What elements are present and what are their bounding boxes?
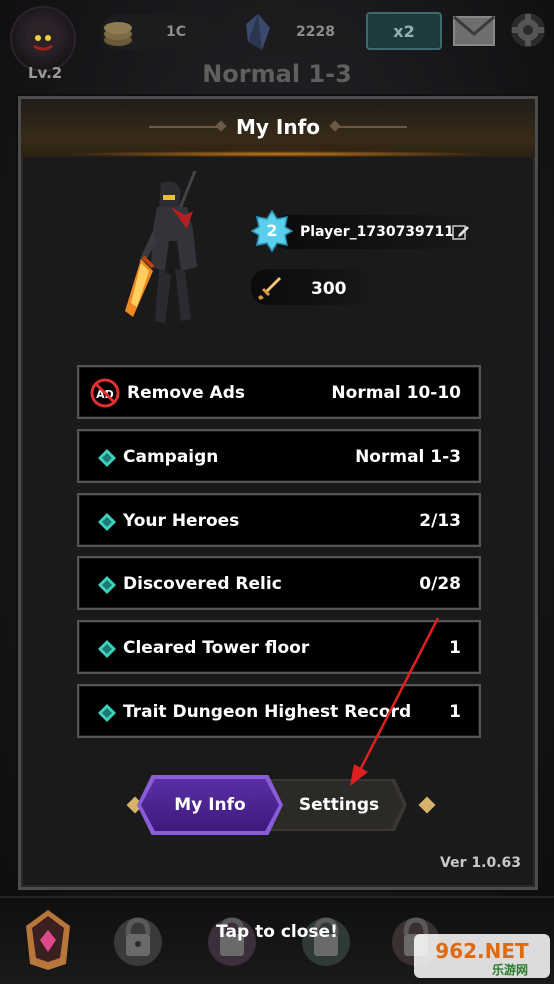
watermark-sub: 乐游网 xyxy=(492,962,528,977)
stage-title: Normal 1-3 xyxy=(202,60,352,88)
tab-settings-label[interactable]: Settings xyxy=(279,795,399,815)
watermark-logo: 962.NET 乐游网 xyxy=(414,934,550,978)
power-value: 300 xyxy=(311,279,347,299)
coin-stack-icon xyxy=(104,22,132,46)
gem-bullet-icon xyxy=(98,449,116,467)
version-label: Ver 1.0.63 xyxy=(440,855,521,871)
mail-icon[interactable] xyxy=(452,14,496,48)
stat-value: 1 xyxy=(449,702,461,722)
gem-bullet-icon xyxy=(98,640,116,658)
watermark-brand: 962.NET xyxy=(435,939,529,963)
stat-label: Remove Ads xyxy=(127,383,245,403)
hero-portrait-icon xyxy=(30,20,56,54)
stat-label: Campaign xyxy=(123,447,219,467)
speed-multiplier-button[interactable]: x2 xyxy=(366,12,442,50)
gem-bullet-icon xyxy=(98,513,116,531)
stat-label: Cleared Tower floor xyxy=(123,638,310,658)
stat-row-campaign: Campaign Normal 1-3 xyxy=(77,429,481,483)
crystal-icon xyxy=(246,14,270,50)
my-info-panel: My Info 2 Player_1730739711 300 AD xyxy=(18,96,538,890)
no-ads-icon: AD xyxy=(90,378,120,408)
player-level-number: 2 xyxy=(266,221,278,240)
stat-row-your-heroes: Your Heroes 2/13 xyxy=(77,493,481,547)
stat-row-remove-ads[interactable]: AD Remove Ads Normal 10-10 xyxy=(77,365,481,419)
panel-title: My Info xyxy=(235,115,321,139)
gem-value: 2228 xyxy=(296,24,335,40)
gem-bullet-icon xyxy=(98,576,116,594)
stat-label: Discovered Relic xyxy=(123,574,282,594)
gem-counter[interactable]: 2228 xyxy=(240,14,356,50)
top-hud: Lv.2 1C 2228 x2 Normal 1-3 xyxy=(0,0,554,90)
hero-character-image xyxy=(125,171,197,323)
coin-counter[interactable]: 1C xyxy=(100,14,210,50)
tab-ornament-right xyxy=(418,796,436,814)
sword-power-icon xyxy=(258,277,281,300)
stat-value: 1 xyxy=(449,638,461,658)
gear-icon[interactable] xyxy=(508,10,548,50)
header-glow xyxy=(61,151,495,157)
stat-value: Normal 1-3 xyxy=(355,447,461,467)
stat-value: Normal 10-10 xyxy=(331,383,461,403)
stat-value: 0/28 xyxy=(419,574,461,594)
gem-bullet-icon xyxy=(98,704,116,722)
edit-pencil-icon[interactable] xyxy=(452,223,470,241)
annotation-arrow-icon xyxy=(350,617,440,786)
coin-value: 1C xyxy=(166,24,187,40)
stat-value: 2/13 xyxy=(419,511,461,531)
stat-row-discovered-relic: Discovered Relic 0/28 xyxy=(77,556,481,610)
stat-label: Your Heroes xyxy=(123,511,240,531)
player-name: Player_1730739711 xyxy=(300,224,455,240)
tab-my-info-label[interactable]: My Info xyxy=(141,795,279,815)
